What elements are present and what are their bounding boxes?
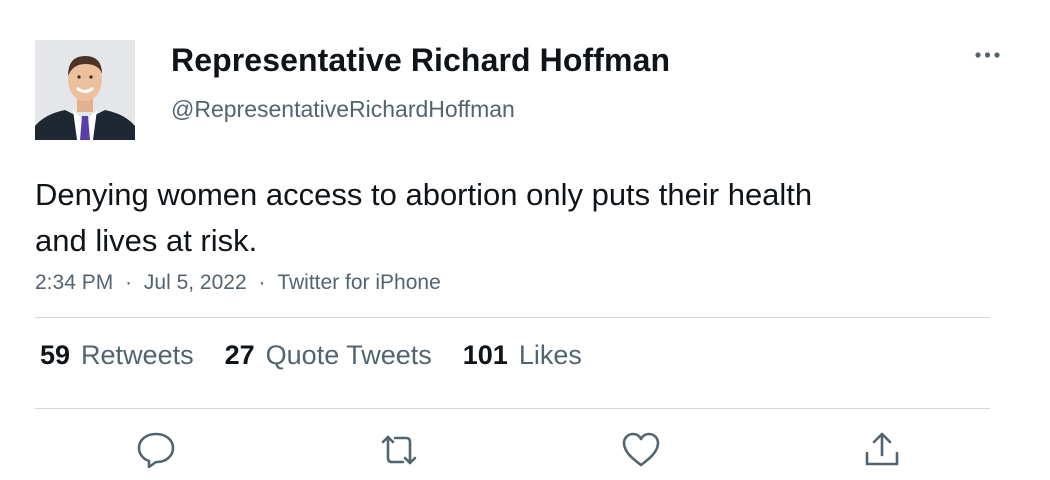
divider [35,317,990,318]
share-icon[interactable] [862,430,902,470]
quote-tweets-stat[interactable]: 27 Quote Tweets [225,340,432,371]
tweet-text: Denying women access to abortion only pu… [35,177,813,258]
tweet-time[interactable]: 2:34 PM [35,271,113,295]
meta-separator: · [258,271,266,294]
divider [35,408,990,409]
like-icon[interactable] [621,430,661,470]
avatar-photo [35,40,135,140]
likes-count: 101 [462,340,508,370]
tweet-stats: 59 Retweets 27 Quote Tweets 101 Likes [40,340,613,371]
author-handle[interactable]: @RepresentativeRichardHoffman [171,96,515,123]
retweets-label: Retweets [81,340,194,370]
retweets-stat[interactable]: 59 Retweets [40,340,194,371]
retweets-count: 59 [40,340,71,370]
tweet-source[interactable]: Twitter for iPhone [277,271,440,295]
tweet-date[interactable]: Jul 5, 2022 [144,271,247,295]
likes-label: Likes [518,340,582,370]
quote-tweets-count: 27 [224,340,255,370]
retweet-icon[interactable] [379,430,419,470]
more-options-icon[interactable] [968,40,1008,70]
author-display-name[interactable]: Representative Richard Hoffman [171,42,670,79]
quote-tweets-label: Quote Tweets [265,340,432,370]
tweet-meta: 2:34 PM · Jul 5, 2022 · Twitter for iPho… [35,271,441,295]
likes-stat[interactable]: 101 Likes [463,340,582,371]
reply-icon[interactable] [136,430,176,470]
meta-separator: · [125,271,133,294]
avatar[interactable] [35,40,135,140]
